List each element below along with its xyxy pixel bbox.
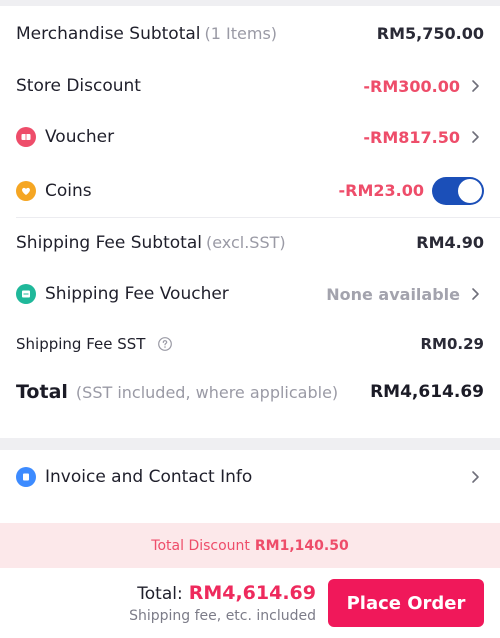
invoice-contact-label: Invoice and Contact Info	[45, 467, 253, 487]
checkout-total-amount: RM4,614.69	[188, 582, 316, 604]
coin-icon	[16, 180, 36, 201]
shipping-voucher-status: None available	[326, 284, 460, 304]
checkout-bar: Total: RM4,614.69 Shipping fee, etc. inc…	[0, 568, 500, 638]
place-order-button[interactable]: Place Order	[328, 579, 484, 627]
total-amount: RM4,614.69	[370, 382, 484, 402]
checkout-sub-label: Shipping fee, etc. included	[129, 608, 316, 624]
shipping-subtotal-label: Shipping Fee Subtotal	[16, 232, 202, 253]
shipping-voucher-label: Shipping Fee Voucher	[45, 284, 229, 304]
chevron-right-icon	[472, 471, 479, 483]
shipping-subtotal-row: Shipping Fee Subtotal (excl.SST) RM4.90	[0, 218, 500, 267]
total-note: (SST included, where applicable)	[75, 382, 339, 402]
chevron-right-icon	[472, 131, 479, 143]
coins-amount: -RM23.00	[338, 181, 425, 200]
checkout-summary: Total: RM4,614.69 Shipping fee, etc. inc…	[129, 582, 316, 624]
total-row: Total (SST included, where applicable) R…	[0, 367, 500, 417]
chevron-right-icon	[472, 288, 479, 300]
voucher-label: Voucher	[45, 127, 115, 147]
total-discount-bar: Total Discount RM1,140.50	[0, 523, 500, 568]
shipping-subtotal-note: (excl.SST)	[205, 233, 286, 252]
coins-label: Coins	[45, 180, 92, 201]
merchandise-subtotal-row: Merchandise Subtotal (1 Items) RM5,750.0…	[0, 6, 500, 61]
shipping-sst-amount: RM0.29	[420, 335, 485, 353]
store-discount-row[interactable]: Store Discount -RM300.00	[0, 61, 500, 111]
section-gap	[0, 438, 500, 450]
total-discount-label: Total Discount	[151, 537, 250, 554]
shipping-ticket-icon	[16, 284, 36, 304]
store-discount-amount: -RM300.00	[363, 76, 460, 96]
merchandise-subtotal-label: Merchandise Subtotal	[16, 23, 201, 44]
voucher-row[interactable]: Voucher -RM817.50	[0, 111, 500, 163]
shipping-sst-row: Shipping Fee SST RM0.29	[0, 321, 500, 367]
voucher-amount: -RM817.50	[363, 127, 460, 147]
coins-toggle[interactable]	[432, 176, 484, 205]
shipping-voucher-row[interactable]: Shipping Fee Voucher None available	[0, 267, 500, 321]
store-discount-label: Store Discount	[16, 76, 141, 96]
total-label: Total	[16, 381, 68, 403]
shipping-sst-label: Shipping Fee SST	[16, 335, 146, 353]
merchandise-subtotal-amount: RM5,750.00	[376, 24, 484, 43]
invoice-contact-row[interactable]: Invoice and Contact Info	[0, 450, 500, 504]
shipping-subtotal-amount: RM4.90	[416, 233, 484, 252]
coins-row: Coins -RM23.00	[0, 163, 500, 218]
toggle-knob	[458, 178, 482, 203]
checkout-total-label: Total:	[137, 584, 183, 604]
ticket-icon	[16, 127, 36, 147]
chevron-right-icon	[472, 80, 479, 92]
document-icon	[16, 467, 36, 487]
total-discount-amount: RM1,140.50	[254, 537, 349, 554]
help-circle-icon[interactable]	[157, 336, 173, 352]
merchandise-item-count: (1 Items)	[204, 24, 278, 43]
